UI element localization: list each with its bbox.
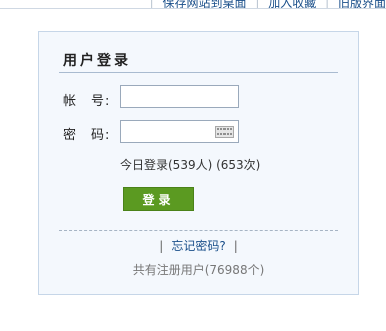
account-label: 帐 号: (63, 94, 111, 109)
top-separator: | (255, 0, 260, 9)
add-favorite-link[interactable]: 加入收藏 (268, 0, 316, 8)
login-title: 用户登录 (63, 53, 131, 69)
top-link-bar: | 保存网站到桌面 | 加入收藏 | 旧版界面 (0, 0, 386, 9)
login-panel: 用户登录 帐 号: 密 码: 今日登录(539人) (653次) 登录 | 忘记密… (38, 31, 359, 295)
login-button[interactable]: 登录 (123, 187, 194, 211)
password-field (120, 120, 239, 143)
save-to-desktop-link[interactable]: 保存网站到桌面 (163, 0, 247, 8)
account-input[interactable] (121, 86, 238, 107)
registered-users-count: 共有注册用户(76988个) (132, 263, 265, 277)
forgot-password-link[interactable]: 忘记密码? (171, 239, 225, 253)
dotted-divider (59, 230, 338, 231)
top-links: | 保存网站到桌面 | 加入收藏 | 旧版界面 (145, 0, 386, 9)
forgot-row: | 忘记密码? | (39, 237, 358, 254)
login-stats: 今日登录(539人) (653次) (120, 158, 261, 172)
password-label: 密 码: (63, 128, 111, 143)
top-separator: | (149, 0, 154, 9)
old-version-link[interactable]: 旧版界面 (338, 0, 386, 8)
separator: | (233, 239, 238, 253)
separator: | (159, 239, 164, 253)
title-divider (59, 72, 338, 73)
keyboard-icon[interactable] (215, 126, 234, 138)
account-field (120, 85, 239, 108)
top-separator: | (325, 0, 330, 9)
